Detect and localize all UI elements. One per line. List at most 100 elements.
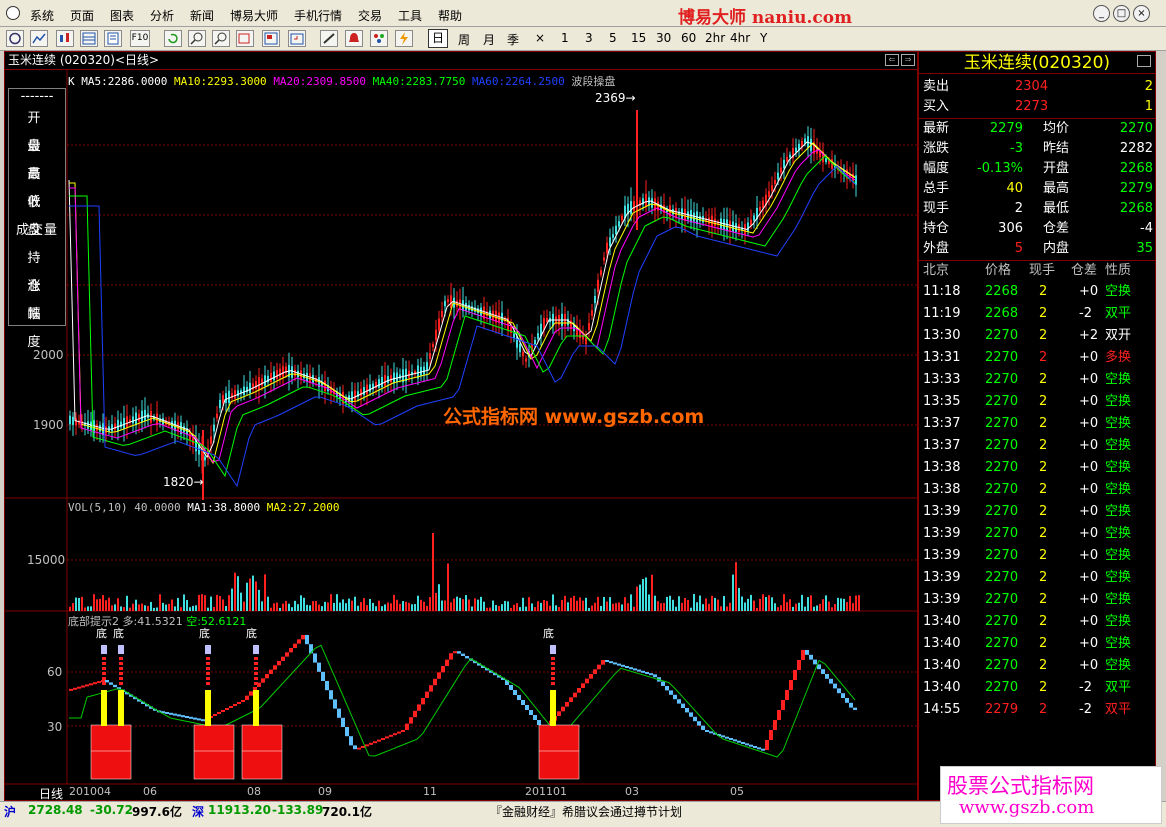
period-30min[interactable]: 30 [656, 31, 671, 45]
indicator-step [661, 681, 665, 686]
volume-bar [255, 581, 257, 611]
zoom-in-icon[interactable] [188, 30, 206, 47]
bottom-signal-dot [102, 672, 106, 675]
indicator-step [833, 683, 837, 689]
indicator-step [701, 725, 705, 730]
menu-news[interactable]: 新闻 [190, 7, 214, 24]
indicator-step [561, 706, 565, 712]
candle-body [114, 423, 116, 430]
menu-chart[interactable]: 图表 [110, 7, 134, 24]
tick-row: 13:37 2270 2 +0 空换 [923, 435, 1153, 457]
tick-diff: -2 [1079, 306, 1092, 321]
back-icon[interactable] [6, 30, 24, 47]
select-icon[interactable] [236, 30, 254, 47]
volume-bar [684, 597, 686, 611]
chart-area[interactable]: 玉米连续 (020320)<日线> ⇐ ⇒ K MA5:2286.0000 MA… [4, 51, 918, 801]
menu-page[interactable]: 页面 [70, 7, 94, 24]
draw-icon[interactable] [320, 30, 338, 47]
period-3min[interactable]: 3 [585, 31, 593, 45]
menu-mobile[interactable]: 手机行情 [294, 7, 342, 24]
maximize-button[interactable]: □ [1113, 5, 1130, 22]
indicator-step [629, 667, 633, 670]
indicator-step [797, 660, 801, 670]
period-4hr[interactable]: 4hr [730, 31, 750, 45]
candle-body [123, 417, 125, 429]
minimize-button[interactable]: _ [1093, 5, 1110, 22]
period-60min[interactable]: 60 [681, 31, 696, 45]
volume-bar [129, 607, 131, 611]
layout-icon[interactable] [262, 30, 280, 47]
f10-icon[interactable]: F10 [130, 30, 150, 47]
menu-system[interactable]: 系统 [30, 7, 54, 24]
palette-icon[interactable] [370, 30, 388, 47]
close-button[interactable]: × [1133, 5, 1150, 22]
menu-boyi[interactable]: 博易大师 [230, 7, 278, 24]
period-year[interactable]: Y [760, 31, 767, 45]
site-watermark: 股票公式指标网 www.gszb.com [940, 766, 1162, 824]
line-chart-icon[interactable] [30, 30, 48, 47]
period-15min[interactable]: 15 [631, 31, 646, 45]
period-2hr[interactable]: 2hr [705, 31, 725, 45]
indicator-step [261, 678, 265, 683]
tick-vol: 2 [1039, 658, 1048, 673]
menu-analysis[interactable]: 分析 [150, 7, 174, 24]
volume-bar [759, 598, 761, 611]
x-label-06: 06 [143, 785, 157, 798]
price-chart[interactable] [5, 70, 917, 800]
volume-bar [78, 597, 80, 611]
report-icon[interactable] [104, 30, 122, 47]
indicator-step [801, 650, 805, 660]
candle-body [780, 167, 782, 173]
buy-label: 买入 [923, 99, 950, 114]
candle-body [681, 208, 683, 220]
indicator-step [437, 672, 441, 679]
period-1min[interactable]: 1 [561, 31, 569, 45]
period-season[interactable]: 季 [507, 31, 519, 48]
candle-icon[interactable] [56, 30, 74, 47]
scroll-right-icon[interactable]: ⇒ [901, 54, 915, 66]
period-month[interactable]: 月 [483, 31, 495, 48]
volume-bar [450, 602, 452, 611]
volume-bar [816, 605, 818, 611]
sz-amount: 720.1亿 [322, 805, 372, 819]
indicator-step [841, 693, 845, 698]
indicator-step [577, 688, 581, 693]
refresh-icon[interactable] [164, 30, 182, 47]
volume-bar [201, 594, 203, 611]
candle-body [423, 366, 425, 375]
volume-bar [534, 607, 536, 611]
tick-diff: +0 [1079, 482, 1099, 497]
stat-value: -0.13% [977, 161, 1023, 176]
menu-tools[interactable]: 工具 [398, 7, 422, 24]
tick-time: 13:40 [923, 614, 961, 629]
app-icon[interactable] [6, 6, 20, 20]
alarm-icon[interactable] [345, 30, 363, 47]
chart-title: 玉米连续 (020320)<日线> [5, 52, 917, 70]
period-week[interactable]: 周 [458, 31, 470, 48]
zoom-out-icon[interactable] [212, 30, 230, 47]
volume-bar [537, 601, 539, 611]
export-icon[interactable] [288, 30, 306, 47]
scroll-left-icon[interactable]: ⇐ [885, 54, 899, 66]
candle-body [351, 391, 353, 403]
lightning-icon[interactable] [395, 30, 413, 47]
period-5min[interactable]: 5 [609, 31, 617, 45]
menu-help[interactable]: 帮助 [438, 7, 462, 24]
table-icon[interactable] [80, 30, 98, 47]
tick-row: 13:33 2270 2 +0 空换 [923, 369, 1153, 391]
news-ticker[interactable]: 『金融财经』希腊议会通过撙节计划 [490, 803, 682, 820]
indicator-step [93, 682, 97, 685]
menu-trade[interactable]: 交易 [358, 7, 382, 24]
indicator-step [225, 708, 229, 710]
volume-bar [414, 604, 416, 611]
volume-bar [573, 595, 575, 611]
candle-body [432, 343, 434, 348]
volume-bar [645, 577, 647, 611]
tick-row: 13:39 2270 2 +0 空换 [923, 501, 1153, 523]
indicator-step [533, 715, 537, 720]
indicator-step [837, 688, 841, 694]
restore-icon[interactable] [1137, 55, 1151, 67]
indicator-step [233, 704, 237, 706]
period-day[interactable]: 日 [428, 29, 449, 48]
period-x[interactable]: × [535, 31, 545, 45]
